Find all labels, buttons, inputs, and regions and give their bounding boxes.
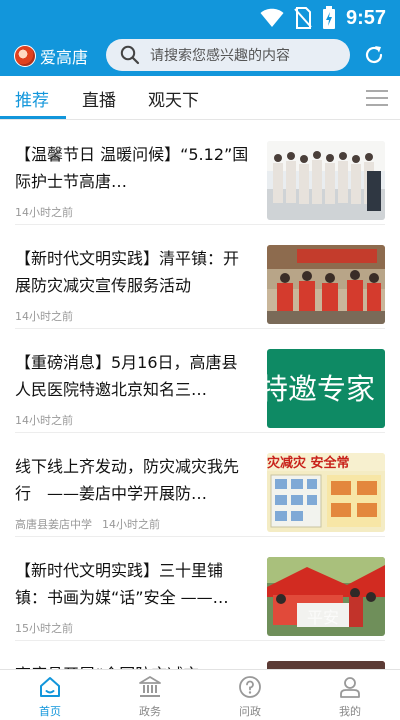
news-time: 14小时之前 [15, 206, 73, 219]
tab-world[interactable]: 观天下 [148, 86, 199, 111]
nav-label: 问政 [239, 705, 261, 718]
search-input[interactable]: 请搜索您感兴趣的内容 [106, 39, 350, 71]
news-thumbnail [267, 661, 385, 669]
nav-government[interactable]: 政务 [100, 670, 200, 720]
news-title: 【重磅消息】5月16日，高唐县人民医院特邀北京知名三… [15, 353, 238, 399]
news-title: 【新时代文明实践】清平镇：开展防灾减灾宣传服务活动 [15, 249, 240, 295]
question-icon [239, 676, 261, 698]
news-feed: 【温馨节日 温暖问候】“5.12”国际护士节高唐… 14小时之前 【新时代文明实… [0, 121, 400, 669]
brand[interactable]: 爱高唐 [14, 42, 88, 70]
news-title: 【新时代文明实践】三十里铺镇：书画为媒“话”安全 ——… [15, 561, 229, 607]
news-title: 线下线上齐发动，防灾减灾我先行 ——姜店中学开展防… [15, 457, 240, 503]
channel-menu-icon[interactable] [366, 90, 388, 106]
news-thumbnail: 平安 [267, 557, 385, 636]
news-meta: 15小时之前 [15, 620, 73, 636]
news-meta: 14小时之前 [15, 308, 73, 324]
news-title: 高唐县开展“全国防灾减灾… [15, 661, 253, 669]
wifi-icon [260, 8, 284, 27]
search-placeholder: 请搜索您感兴趣的内容 [150, 48, 290, 64]
thumbnail-text: 特邀专家 [267, 372, 375, 406]
status-bar: 9:57 [0, 0, 400, 36]
news-time: 14小时之前 [15, 310, 73, 323]
news-item[interactable]: 【温馨节日 温暖问候】“5.12”国际护士节高唐… 14小时之前 [0, 121, 400, 225]
home-icon [40, 677, 60, 697]
nav-label: 政务 [139, 705, 161, 718]
news-title: 【温馨节日 温暖问候】“5.12”国际护士节高唐… [15, 145, 249, 191]
government-icon [139, 676, 161, 697]
news-meta: 高唐县姜店中学 14小时之前 [15, 516, 160, 532]
logo-icon [14, 45, 36, 67]
thumbnail-text: 灾减灾 安全常 [267, 455, 350, 471]
news-time: 14小时之前 [102, 518, 160, 531]
tab-recommend[interactable]: 推荐 [15, 86, 49, 111]
nav-home[interactable]: 首页 [0, 670, 100, 720]
news-item[interactable]: 高唐县开展“全国防灾减灾… [0, 641, 400, 669]
news-thumbnail: 灾减灾 安全常 [267, 453, 385, 532]
nav-inquiry[interactable]: 问政 [200, 670, 300, 720]
refresh-icon[interactable] [362, 43, 386, 67]
status-time: 9:57 [345, 6, 386, 29]
news-item[interactable]: 【重磅消息】5月16日，高唐县人民医院特邀北京知名三… 14小时之前 特邀专家 [0, 329, 400, 433]
no-sim-icon [294, 7, 312, 29]
news-thumbnail: 特邀专家 [267, 349, 385, 428]
news-meta: 14小时之前 [15, 412, 73, 428]
news-thumbnail [267, 141, 385, 220]
nav-label: 我的 [339, 705, 361, 718]
top-header: 爱高唐 请搜索您感兴趣的内容 [0, 36, 400, 76]
news-item[interactable]: 线下线上齐发动，防灾减灾我先行 ——姜店中学开展防… 高唐县姜店中学 14小时之前… [0, 433, 400, 537]
nav-mine[interactable]: 我的 [300, 670, 400, 720]
active-tab-indicator [0, 116, 66, 119]
status-icons: 9:57 [260, 6, 386, 30]
user-icon [340, 677, 360, 698]
search-icon [120, 45, 140, 65]
channel-tabs: 推荐 直播 观天下 [0, 76, 400, 120]
thumbnail-text: 平安 [307, 608, 339, 627]
battery-icon [322, 6, 335, 29]
news-item[interactable]: 【新时代文明实践】清平镇：开展防灾减灾宣传服务活动 14小时之前 [0, 225, 400, 329]
news-time: 14小时之前 [15, 414, 73, 427]
nav-label: 首页 [39, 705, 61, 718]
tab-live[interactable]: 直播 [82, 86, 116, 111]
brand-name: 爱高唐 [40, 48, 89, 67]
news-thumbnail [267, 245, 385, 324]
news-time: 15小时之前 [15, 622, 73, 635]
news-item[interactable]: 【新时代文明实践】三十里铺镇：书画为媒“话”安全 ——… 15小时之前 平安 [0, 537, 400, 641]
bottom-nav: 首页 政务 问政 我的 [0, 669, 400, 720]
news-meta: 14小时之前 [15, 204, 73, 220]
news-source: 高唐县姜店中学 [15, 518, 92, 531]
